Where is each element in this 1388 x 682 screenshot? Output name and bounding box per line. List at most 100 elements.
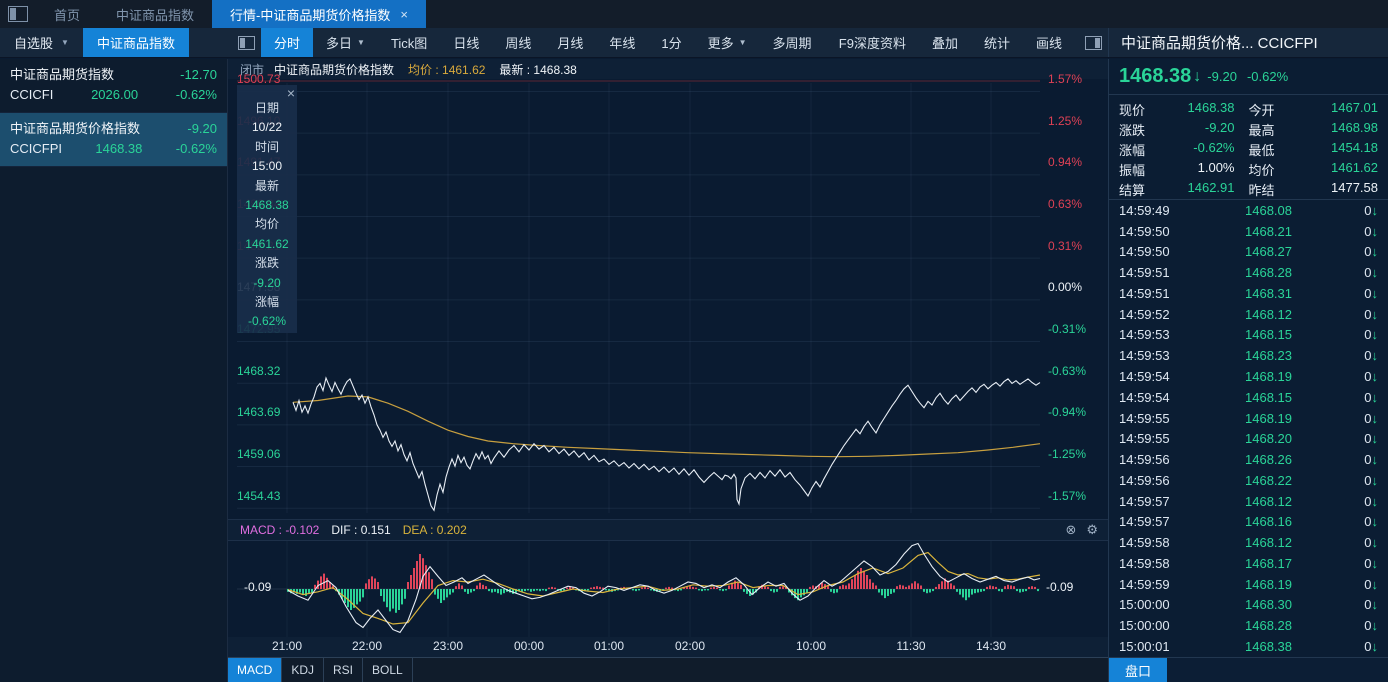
time-axis-label: 11:30 (896, 639, 926, 653)
stat-label: 现价 (1119, 103, 1146, 119)
window-tab-2[interactable]: 行情-中证商品期货价格指数 × (212, 0, 426, 28)
toolbar-right-item-0[interactable]: F9深度资料 (826, 28, 919, 57)
toolbar-item-label: 分时 (274, 36, 301, 51)
intraday-chart[interactable] (228, 79, 1108, 519)
trade-price: 1468.19 (1245, 576, 1292, 592)
indicator-close-icon[interactable]: ⊗ (1065, 522, 1076, 538)
quote-panel-footer: 盘口 (1109, 657, 1388, 682)
trade-down-arrow-icon: ↓ (1371, 618, 1379, 634)
trade-time: 14:59:54 (1119, 389, 1170, 405)
instrument-code: CCICFPI (10, 141, 62, 156)
instrument-change: -12.70 (180, 67, 217, 82)
watchlist-label: 自选股 (14, 36, 54, 51)
chart-avg-price: 均价 : 1461.62 (408, 62, 486, 77)
stat-value: 1468.38 (1187, 100, 1235, 116)
collapse-right-panel-icon[interactable] (1085, 36, 1102, 50)
stat-振幅: 振幅 1.00% (1119, 160, 1249, 179)
macd-left-scale: -0.09 (244, 580, 272, 594)
toolbar-item-9[interactable]: 多周期 (760, 28, 825, 57)
macd-value: MACD : -0.102 (240, 523, 320, 537)
toolbar-item-5[interactable]: 月线 (544, 28, 596, 57)
stats-row: 涨幅 -0.62% 最低 1454.18 (1119, 140, 1378, 159)
tab-close-icon[interactable]: × (400, 7, 408, 22)
watchlist-item-CCICFPI[interactable]: 中证商品期货价格指数 -9.20 CCICFPI 1468.38 -0.62% (0, 113, 227, 167)
trade-time: 14:59:52 (1119, 306, 1170, 322)
trade-volume: 0↓ (1364, 472, 1378, 488)
trade-down-arrow-icon: ↓ (1371, 369, 1379, 384)
toolbar-item-0[interactable]: 分时 (261, 28, 314, 57)
trade-time: 14:59:54 (1119, 369, 1170, 384)
trade-time: 15:00:01 (1119, 638, 1170, 654)
toolbar-item-2[interactable]: Tick图 (378, 28, 440, 57)
trade-price: 1468.22 (1245, 472, 1292, 488)
trade-volume: 0↓ (1364, 223, 1378, 239)
toolbar-item-6[interactable]: 年线 (596, 28, 648, 57)
toolbar-right-item-3[interactable]: 画线 (1023, 28, 1075, 57)
price-change-pct: -0.62% (1246, 69, 1289, 84)
trade-down-arrow-icon: ↓ (1371, 493, 1379, 509)
order-book-button[interactable]: 盘口 (1109, 658, 1167, 682)
window-tab-label: 行情-中证商品期货价格指数 (230, 7, 391, 23)
toolbar-item-8[interactable]: 更多 ▼ (695, 28, 760, 57)
toolbar-item-label: 多周期 (772, 36, 812, 51)
watchlist-item-CCICFI[interactable]: 中证商品期货指数 -12.70 CCICFI 2026.00 -0.62% (0, 59, 227, 113)
stat-涨幅: 涨幅 -0.62% (1119, 140, 1249, 159)
window-tab-bar: 首页 中证商品指数 行情-中证商品期货价格指数 × (0, 0, 1388, 28)
trade-volume: 0↓ (1364, 535, 1379, 551)
window-tab-0[interactable]: 首页 (36, 0, 98, 28)
stat-label: 振幅 (1119, 162, 1146, 178)
tick-trade-list[interactable]: 14:59:49 1468.08 0↓ 14:59:50 1468.21 0↓ 14:59:… (1109, 200, 1388, 657)
app-panel-icon[interactable] (8, 6, 28, 22)
toolbar-right-item-1[interactable]: 叠加 (919, 28, 971, 57)
toolbar-item-7[interactable]: 1分 (648, 28, 694, 57)
toolbar-item-label: 月线 (557, 36, 584, 51)
tooltip-row: 1468.38 (245, 198, 289, 213)
trade-price: 1468.19 (1245, 369, 1292, 384)
stats-row: 振幅 1.00% 均价 1461.62 (1119, 160, 1378, 179)
stat-value: 1454.18 (1331, 139, 1378, 155)
tooltip-close-icon[interactable]: × (287, 85, 295, 101)
trading-app: 首页 中证商品指数 行情-中证商品期货价格指数 × 自选股 ▼ 中证商品指数 分时 多日… (0, 0, 1388, 682)
indicator-tab-bar: MACD KDJ RSI BOLL (228, 657, 1108, 682)
index-group-button[interactable]: 中证商品指数 (82, 28, 189, 57)
trade-row-21: 15:00:01 1468.38 0↓ (1119, 636, 1378, 657)
price-change: -9.20 (1207, 69, 1237, 84)
time-axis-label: 22:00 (351, 639, 383, 653)
trade-volume: 0↓ (1364, 618, 1379, 634)
toolbar-item-4[interactable]: 周线 (492, 28, 544, 57)
indicator-tab-macd[interactable]: MACD (228, 658, 283, 682)
instrument-price: 1468.38 (95, 141, 143, 156)
trade-row-7: 14:59:53 1468.23 0↓ (1119, 345, 1378, 366)
indicator-tab-rsi[interactable]: RSI (324, 658, 364, 682)
tooltip-row: 均价 (254, 217, 279, 232)
toolbar-right-item-2[interactable]: 统计 (971, 28, 1023, 57)
trade-price: 1468.12 (1245, 493, 1292, 509)
down-arrow-icon: ↓ (1193, 67, 1202, 85)
trade-row-10: 14:59:55 1468.19 0↓ (1119, 408, 1378, 429)
trade-price: 1468.08 (1245, 202, 1292, 218)
trade-row-20: 15:00:00 1468.28 0↓ (1119, 615, 1378, 636)
trade-volume: 0↓ (1364, 306, 1378, 322)
trade-row-4: 14:59:51 1468.31 0↓ (1119, 283, 1378, 304)
chart-toolbar: 分时 多日 ▼ Tick图 日线 周线 月线 年线 1分 更多 ▼ 多周期 F9深度资料 叠加 统计 画线 (228, 28, 1108, 57)
toolbar-item-label: 周线 (505, 36, 532, 51)
indicator-tab-boll[interactable]: BOLL (363, 658, 413, 682)
indicator-settings-icon[interactable]: ⚙ (1086, 522, 1098, 538)
macd-chart[interactable] (228, 541, 1108, 637)
tooltip-row: 15:00 (251, 159, 283, 174)
trade-row-17: 14:59:58 1468.17 0↓ (1119, 553, 1378, 574)
collapse-left-panel-icon[interactable] (238, 36, 255, 50)
watchlist-dropdown[interactable]: 自选股 ▼ (0, 28, 77, 57)
trade-time: 14:59:50 (1119, 244, 1170, 260)
trade-down-arrow-icon: ↓ (1371, 535, 1379, 551)
chevron-down-icon: ▼ (738, 38, 747, 47)
dif-value: DIF : 0.151 (331, 523, 391, 537)
trade-time: 14:59:57 (1119, 514, 1170, 530)
trade-down-arrow-icon: ↓ (1371, 285, 1379, 301)
trade-time: 14:59:49 (1119, 202, 1170, 218)
indicator-tab-kdj[interactable]: KDJ (282, 658, 325, 682)
window-tab-1[interactable]: 中证商品指数 (98, 0, 212, 28)
toolbar-item-1[interactable]: 多日 ▼ (313, 28, 378, 57)
trade-volume: 0↓ (1364, 452, 1378, 468)
toolbar-item-3[interactable]: 日线 (440, 28, 492, 57)
